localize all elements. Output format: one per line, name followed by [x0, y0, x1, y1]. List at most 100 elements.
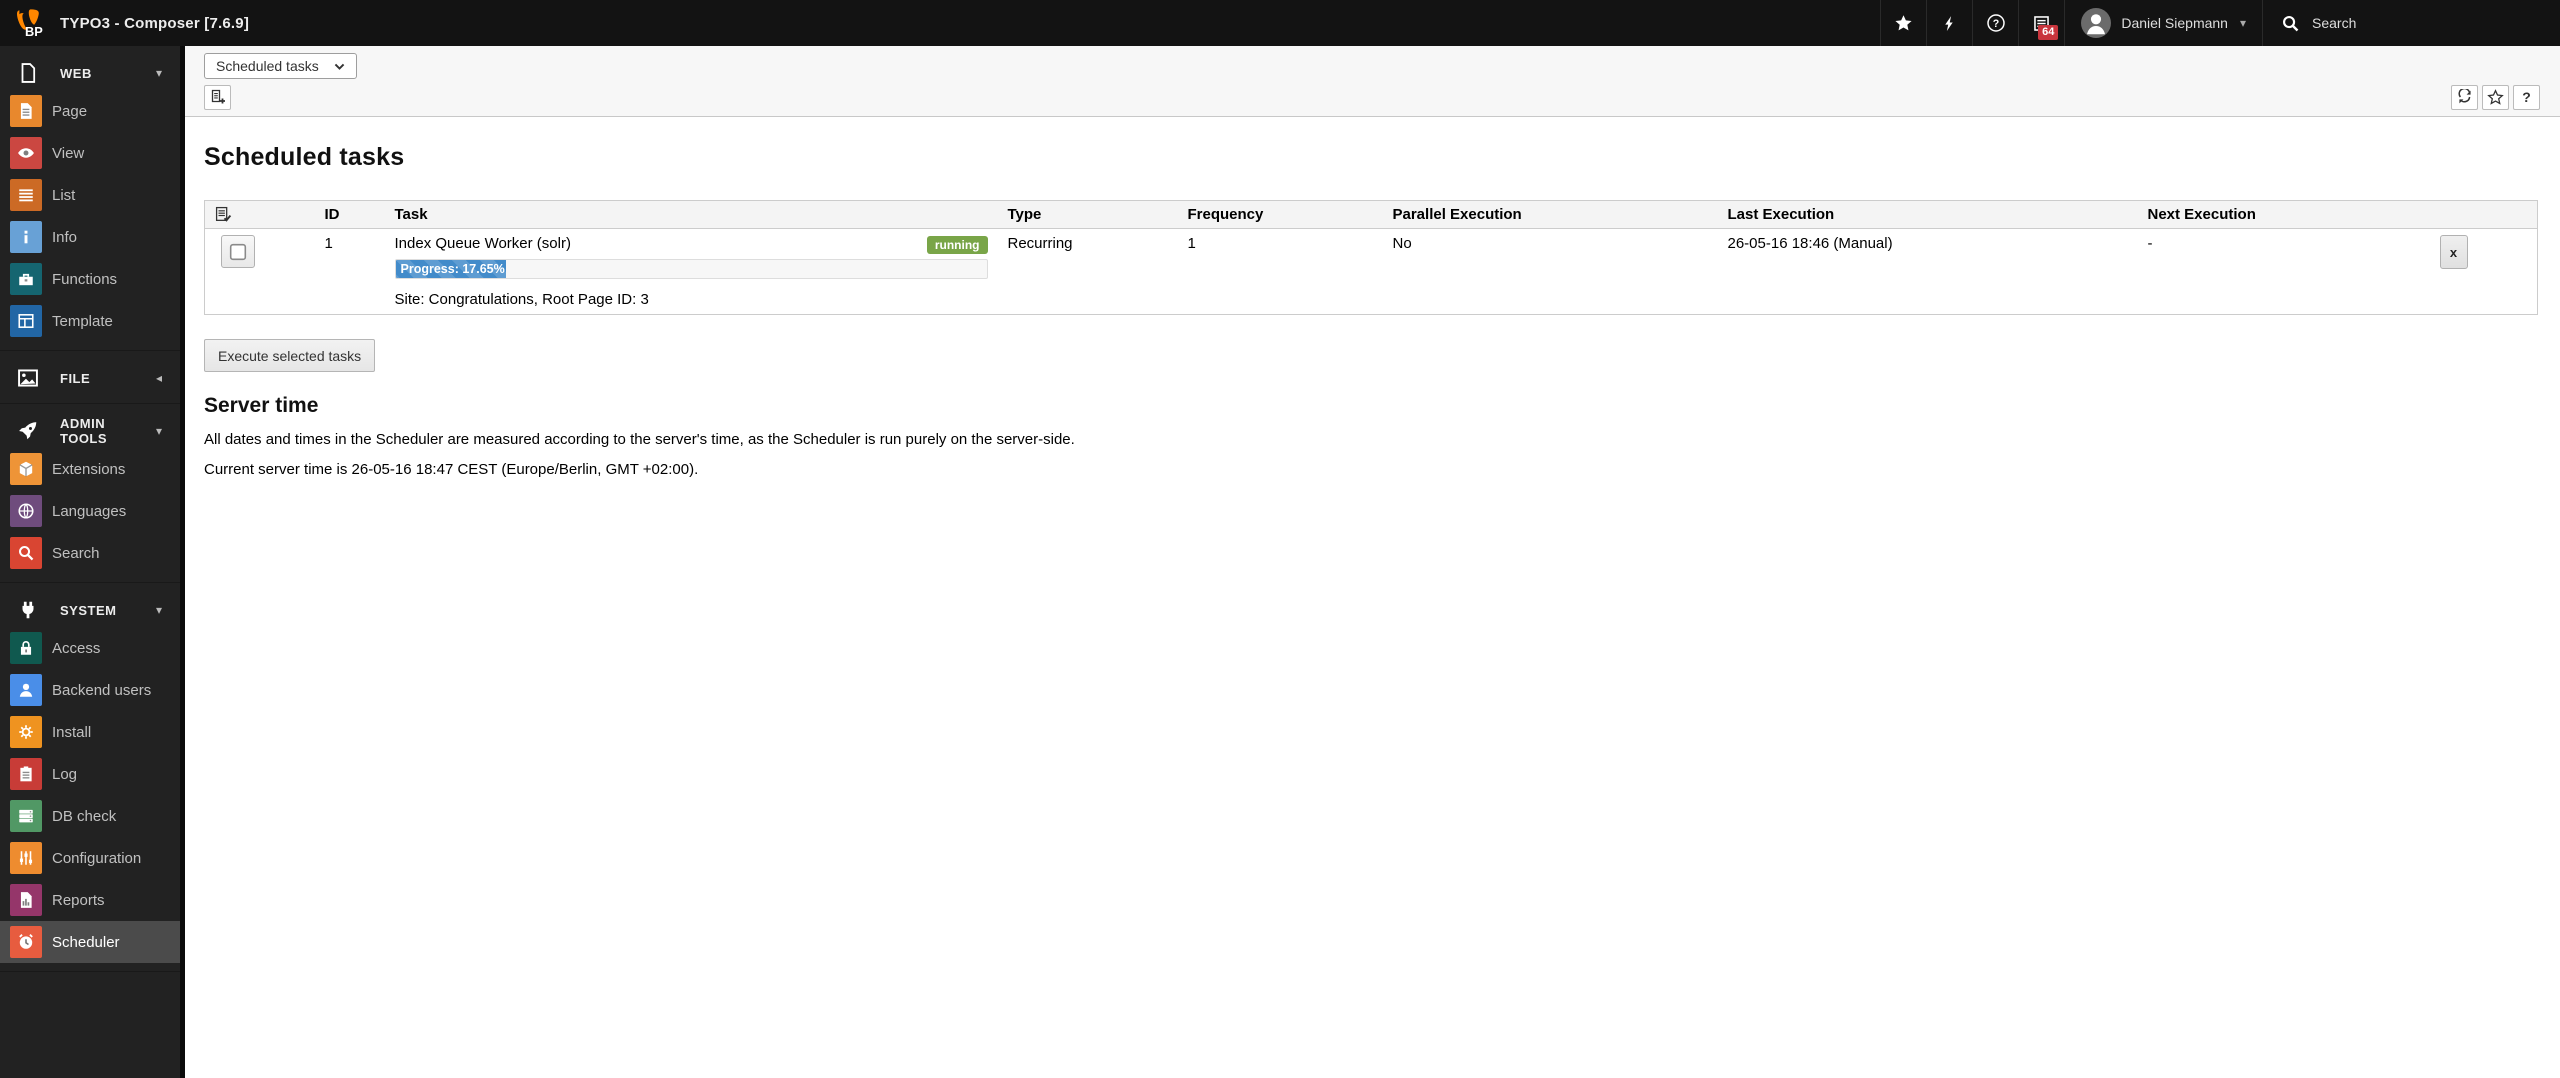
list-icon [10, 179, 42, 211]
user-menu[interactable]: Daniel Siepmann ▾ [2064, 0, 2262, 46]
section-label: ADMIN TOOLS [60, 416, 156, 446]
cube-icon [10, 453, 42, 485]
column-header-frequency: Frequency [1178, 201, 1383, 229]
module-body: Scheduled tasks [185, 117, 2560, 1078]
column-header-task: Task [385, 201, 998, 229]
help-circle-icon: ? [1986, 13, 2006, 33]
scheduled-tasks-table: ID Task Type Frequency Parallel Executio… [204, 200, 2538, 315]
sidebar-item-info[interactable]: Info [0, 216, 180, 258]
sidebar-item-functions[interactable]: Functions [0, 258, 180, 300]
stop-task-button[interactable]: x [2440, 235, 2468, 269]
sidebar-item-scheduler[interactable]: Scheduler [0, 921, 180, 963]
section-label: WEB [60, 66, 156, 81]
column-header-last-execution: Last Execution [1718, 201, 2138, 229]
sidebar-item-extensions[interactable]: Extensions [0, 448, 180, 490]
star-outline-icon [2487, 89, 2504, 106]
add-task-button[interactable] [204, 85, 231, 110]
lightning-bolt-icon [1941, 14, 1958, 33]
chevron-down-icon [333, 60, 346, 73]
svg-text:?: ? [1993, 18, 1999, 30]
column-header-actions [2416, 201, 2538, 229]
typo3-logo-icon[interactable]: BP [12, 6, 46, 40]
help-button[interactable]: ? [1972, 0, 2018, 46]
sidebar-section-web[interactable]: WEB ▾ [0, 56, 180, 90]
lock-icon [10, 632, 42, 664]
sidebar-item-search[interactable]: Search [0, 532, 180, 574]
star-icon [1894, 14, 1913, 33]
clipboard-icon [10, 758, 42, 790]
module-content: Scheduled tasks [185, 46, 2560, 1078]
task-last-execution-cell: 26-05-16 18:46 (Manual) [1718, 229, 2138, 315]
server-time-heading: Server time [204, 394, 2536, 418]
sidebar-item-install[interactable]: Install [0, 711, 180, 753]
task-cell: Index Queue Worker (solr) running Progre… [385, 229, 998, 315]
window-title: TYPO3 - Composer [7.6.9] [60, 15, 249, 32]
logo-text: BP [25, 24, 43, 39]
column-header-next-execution: Next Execution [2138, 201, 2416, 229]
sidebar-item-reports[interactable]: Reports [0, 879, 180, 921]
sidebar-section-file[interactable]: FILE ◂ [0, 361, 180, 395]
docheader-help-button[interactable]: ? [2513, 85, 2540, 110]
info-icon [10, 221, 42, 253]
globe-icon [10, 495, 42, 527]
chevron-down-icon: ▾ [156, 603, 162, 617]
new-document-plus-icon [210, 89, 226, 105]
task-row: 1 Index Queue Worker (solr) running Prog… [205, 229, 2538, 315]
search-icon [2281, 14, 2300, 33]
progress-bar-fill: Progress: 17.65% [396, 260, 506, 278]
toolbox-icon [10, 263, 42, 295]
avatar [2081, 8, 2111, 38]
status-badge: running [927, 236, 988, 254]
search-label: Search [2312, 15, 2356, 31]
sidebar-item-languages[interactable]: Languages [0, 490, 180, 532]
sidebar-item-list[interactable]: List [0, 174, 180, 216]
bookmarks-button[interactable] [1880, 0, 1926, 46]
report-chart-icon [10, 884, 42, 916]
module-menu: WEB ▾ Page View [0, 46, 185, 1078]
eye-icon [10, 137, 42, 169]
task-type-cell: Recurring [998, 229, 1178, 315]
task-frequency-cell: 1 [1178, 229, 1383, 315]
rocket-icon [16, 419, 40, 443]
sidebar-item-template[interactable]: Template [0, 300, 180, 342]
sidebar-section-system[interactable]: SYSTEM ▾ [0, 593, 180, 627]
bookmark-button[interactable] [2482, 85, 2509, 110]
opened-documents-button[interactable]: 64 [2018, 0, 2064, 46]
reload-button[interactable] [2451, 85, 2478, 110]
clock-icon [10, 926, 42, 958]
select-all-header[interactable] [205, 201, 315, 229]
sidebar-item-configuration[interactable]: Configuration [0, 837, 180, 879]
sidebar-section-admin-tools[interactable]: ADMIN TOOLS ▾ [0, 414, 180, 448]
sidebar-item-access[interactable]: Access [0, 627, 180, 669]
table-header-row: ID Task Type Frequency Parallel Executio… [205, 201, 2538, 229]
sidebar-item-backend-users[interactable]: Backend users [0, 669, 180, 711]
sidebar-item-view[interactable]: View [0, 132, 180, 174]
function-select[interactable]: Scheduled tasks [204, 53, 357, 79]
column-header-id: ID [315, 201, 385, 229]
clear-cache-button[interactable] [1926, 0, 1972, 46]
page-title: Scheduled tasks [204, 143, 2536, 172]
section-file: FILE ◂ [0, 351, 180, 404]
template-layout-icon [10, 305, 42, 337]
sidebar-item-log[interactable]: Log [0, 753, 180, 795]
username-label: Daniel Siepmann [2121, 15, 2228, 31]
section-label: SYSTEM [60, 603, 156, 618]
sidebar-item-page[interactable]: Page [0, 90, 180, 132]
topbar: BP TYPO3 - Composer [7.6.9] ? [0, 0, 2560, 46]
topbar-search[interactable]: Search [2262, 0, 2560, 46]
opened-documents-count-badge: 64 [2038, 25, 2058, 40]
refresh-icon [2457, 89, 2473, 105]
image-icon [16, 366, 40, 390]
progress-bar: Progress: 17.65% [395, 259, 988, 279]
task-site-info: Site: Congratulations, Root Page ID: 3 [395, 291, 988, 308]
column-header-type: Type [998, 201, 1178, 229]
chevron-down-icon: ▾ [2240, 16, 2246, 30]
docheader: Scheduled tasks [185, 46, 2560, 117]
gear-icon [10, 716, 42, 748]
task-checkbox[interactable] [221, 235, 255, 268]
chevron-down-icon: ▾ [156, 424, 162, 438]
execute-selected-tasks-button[interactable]: Execute selected tasks [204, 339, 375, 372]
toggle-all-checkbox-icon [215, 206, 305, 223]
server-time-description: All dates and times in the Scheduler are… [204, 431, 2536, 448]
sidebar-item-db-check[interactable]: DB check [0, 795, 180, 837]
